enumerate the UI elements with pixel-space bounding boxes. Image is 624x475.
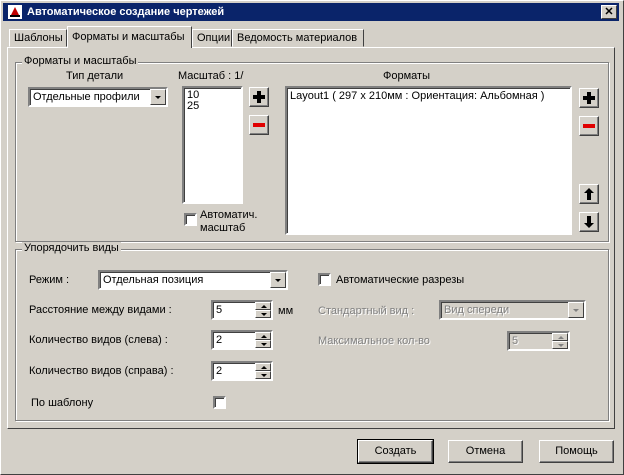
template-checkbox[interactable] — [213, 396, 226, 409]
close-button[interactable]: ✕ — [601, 5, 617, 19]
list-item[interactable]: Layout1 ( 297 x 210мм : Ориентация: Альб… — [290, 91, 544, 102]
distance-label: Расстояние между видами : — [29, 304, 172, 316]
standard-view-label: Стандартный вид : — [318, 305, 415, 317]
add-format-button[interactable] — [579, 88, 599, 108]
right-count-input[interactable]: 2 — [211, 361, 273, 381]
distance-unit: мм — [278, 305, 294, 317]
formats-list[interactable]: Layout1 ( 297 x 210мм : Ориентация: Альб… — [285, 86, 572, 235]
standard-view-dropdown-icon[interactable] — [568, 302, 584, 318]
mode-value: Отдельная позиция — [103, 274, 204, 286]
auto-scale-label-1: Автоматич. — [200, 209, 258, 221]
standard-view-combo[interactable]: Вид спереди — [439, 300, 586, 320]
tab-bill-of-materials[interactable]: Ведомость материалов — [232, 29, 364, 47]
part-type-label: Тип детали — [66, 70, 124, 82]
scale-list[interactable]: 10 25 — [182, 86, 243, 204]
help-button[interactable]: Помощь — [539, 440, 614, 463]
part-type-value: Отдельные профили — [33, 91, 140, 103]
left-count-spinner[interactable] — [255, 332, 271, 348]
scale-label: Масштаб : 1/ — [178, 70, 244, 82]
title-bar: Автоматическое создание чертежей — [3, 3, 619, 21]
left-count-input[interactable]: 2 — [211, 330, 273, 350]
views-group-title: Упорядочить виды — [22, 242, 121, 254]
mode-label: Режим : — [29, 274, 70, 286]
max-count-value: 5 — [512, 335, 519, 347]
arrow-up-icon — [584, 188, 594, 200]
left-count-value: 2 — [216, 334, 223, 346]
spin-down-icon[interactable] — [255, 340, 271, 348]
plus-icon — [583, 92, 595, 104]
max-count-spinner[interactable] — [552, 333, 568, 349]
part-type-combo[interactable]: Отдельные профили — [28, 87, 168, 107]
arrow-down-icon — [584, 216, 594, 228]
cancel-button[interactable]: Отмена — [448, 440, 523, 463]
max-count-input[interactable]: 5 — [507, 331, 570, 351]
minus-icon — [583, 124, 595, 128]
plus-icon — [253, 91, 265, 103]
spin-up-icon[interactable] — [255, 363, 271, 371]
spin-up-icon[interactable] — [552, 333, 568, 341]
right-count-spinner[interactable] — [255, 363, 271, 379]
spin-down-icon[interactable] — [552, 341, 568, 349]
auto-sections-label: Автоматические разрезы — [336, 274, 465, 286]
auto-scale-label-2: масштаб — [200, 222, 246, 234]
distance-input[interactable]: 5 — [211, 300, 273, 320]
tab-templates[interactable]: Шаблоны — [9, 29, 67, 47]
auto-sections-checkbox[interactable] — [318, 273, 331, 286]
formats-label: Форматы — [383, 70, 430, 82]
mode-combo[interactable]: Отдельная позиция — [98, 270, 288, 290]
list-item[interactable]: 25 — [187, 101, 199, 112]
add-scale-button[interactable] — [249, 87, 269, 107]
max-count-label: Максимальное кол-во — [318, 335, 430, 347]
right-count-label: Количество видов (справа) : — [29, 365, 174, 377]
right-count-value: 2 — [216, 365, 223, 377]
tab-options[interactable]: Опции — [192, 29, 232, 47]
spin-up-icon[interactable] — [255, 332, 271, 340]
standard-view-value: Вид спереди — [444, 304, 510, 316]
distance-spinner[interactable] — [255, 302, 271, 318]
create-button[interactable]: Создать — [357, 439, 434, 464]
distance-value: 5 — [216, 304, 223, 316]
remove-scale-button[interactable] — [249, 115, 269, 135]
app-icon — [8, 5, 22, 19]
move-up-button[interactable] — [579, 184, 599, 204]
tab-formats-scales[interactable]: Форматы и масштабы — [67, 26, 192, 48]
part-type-dropdown-icon[interactable] — [150, 89, 166, 105]
spin-up-icon[interactable] — [255, 302, 271, 310]
auto-scale-checkbox[interactable] — [184, 213, 197, 226]
window-title: Автоматическое создание чертежей — [27, 6, 225, 18]
remove-format-button[interactable] — [579, 116, 599, 136]
template-label: По шаблону — [31, 397, 94, 409]
spin-down-icon[interactable] — [255, 310, 271, 318]
formats-group-title: Форматы и масштабы — [22, 55, 139, 67]
move-down-button[interactable] — [579, 212, 599, 232]
left-count-label: Количество видов (слева) : — [29, 334, 168, 346]
mode-dropdown-icon[interactable] — [270, 272, 286, 288]
minus-icon — [253, 123, 265, 127]
spin-down-icon[interactable] — [255, 371, 271, 379]
